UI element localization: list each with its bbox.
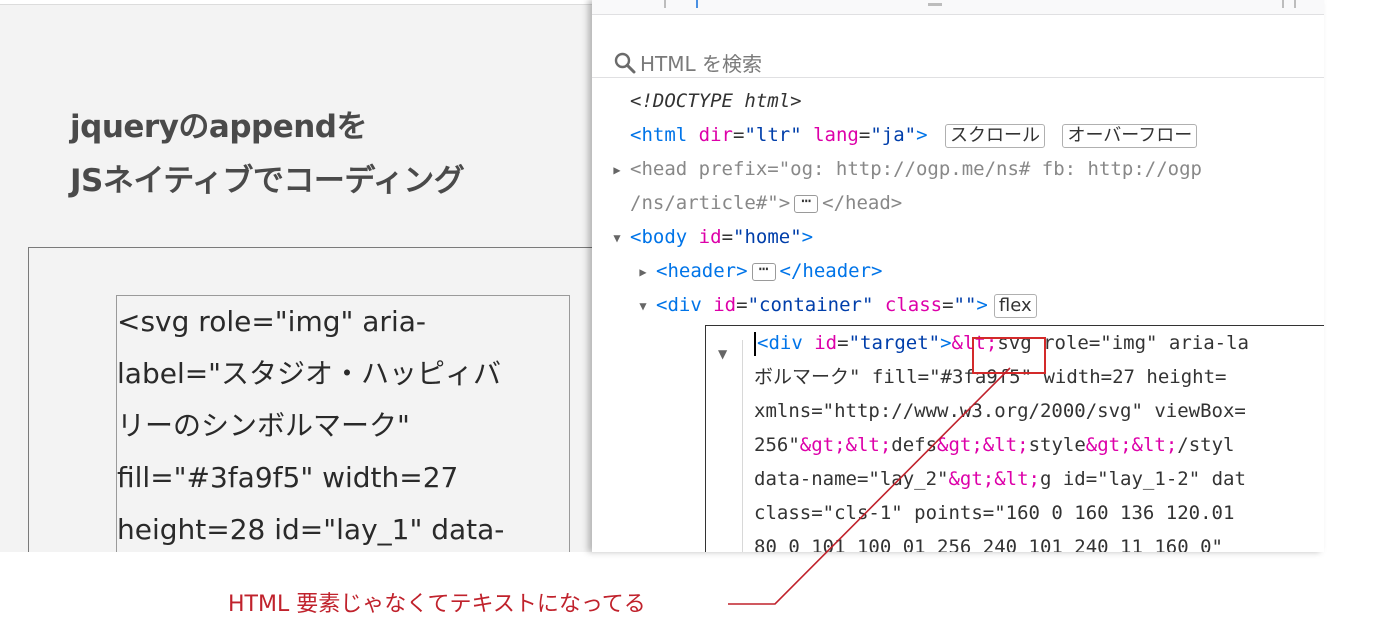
head-line-1: <head prefix="og: http://ogp.me/ns# fb: …	[630, 158, 1202, 180]
markup-line-5: data-name="lay_2"&gt;&lt;g id="lay_1-2" …	[754, 462, 1249, 496]
toolbar-separator	[1294, 0, 1296, 8]
head-node-cont: /ns/article#"> ⋯ </head>	[630, 186, 902, 220]
markup-text: /styl	[1177, 434, 1235, 456]
markup-line-7: 80 0 101 100 01 256 240 101 240 11 160 0…	[754, 536, 1223, 552]
attr-name: class	[884, 294, 943, 316]
text-line: リーのシンボルマーク"	[117, 409, 410, 442]
attr-name: dir	[698, 124, 733, 146]
collapsed-content-icon[interactable]: ⋯	[794, 192, 819, 213]
text-line: label="スタジオ・ハッピィバ	[117, 357, 502, 390]
attr-name: lang	[813, 124, 859, 146]
scroll-badge[interactable]: スクロール	[945, 123, 1045, 148]
flex-badge[interactable]: flex	[993, 293, 1037, 318]
escaped-entity: &gt;&lt;	[799, 434, 892, 456]
top-divider	[0, 0, 592, 5]
tag-name: div	[667, 294, 702, 316]
toolbar-tab-indicator	[696, 0, 698, 8]
head-node[interactable]: ▶ <head prefix="og: http://ogp.me/ns# fb…	[610, 152, 1202, 186]
escaped-svg-text: <svg role="img" aria- label="スタジオ・ハッピィバ …	[117, 296, 569, 552]
expand-triangle-icon[interactable]: ▶	[610, 163, 624, 177]
markup-text: defs	[891, 434, 938, 456]
page-preview: jqueryのappendを JSネイティブでコーディング <svg role=…	[0, 0, 592, 552]
markup-text: data-name="lay_2"	[754, 468, 949, 490]
attr-value: "ltr"	[744, 124, 802, 146]
head-close-tag: </head>	[822, 192, 903, 214]
body-node[interactable]: ▼ <body id="home">	[610, 220, 813, 254]
head-line-2: /ns/article#">	[630, 192, 791, 214]
escaped-entity: &gt;&lt;	[937, 434, 1029, 456]
attr-value: "target"	[848, 332, 941, 354]
attr-value: ""	[953, 294, 977, 316]
page-title: jqueryのappendを JSネイティブでコーディング	[70, 100, 570, 208]
page-title-line-2: JSネイティブでコーディング	[70, 163, 465, 199]
tag-open-bracket: <	[630, 124, 642, 146]
header-open-tag: <header>	[656, 260, 748, 282]
attr-name: id	[814, 332, 838, 354]
text-line: <svg role="img" aria-	[117, 305, 426, 338]
attr-name: id	[713, 294, 737, 316]
overflow-badge[interactable]: オーバーフロー	[1062, 123, 1198, 148]
markup-line-3: xmlns="http://www.w3.org/2000/svg" viewB…	[754, 400, 1246, 422]
devtools-inspector: <!DOCTYPE html> <html dir="ltr" lang="ja…	[592, 0, 1324, 552]
escaped-entity-highlight	[972, 337, 1046, 374]
tag-name: div	[768, 332, 803, 354]
html-node[interactable]: <html dir="ltr" lang="ja"> スクロール オーバーフロー	[630, 118, 1198, 152]
collapsed-content-icon[interactable]: ⋯	[751, 260, 776, 281]
tag-name: html	[641, 124, 688, 146]
markup-line-6: class="cls-1" points="160 0 160 136 120.…	[754, 502, 1235, 524]
collapse-triangle-icon[interactable]: ▼	[610, 231, 624, 245]
search-icon	[614, 52, 636, 74]
header-close-tag: </header>	[779, 260, 883, 282]
toolbar-handle[interactable]	[928, 3, 942, 6]
escaped-entity: &gt;&lt;	[1085, 434, 1178, 456]
collapse-triangle-icon[interactable]: ▼	[718, 347, 727, 361]
container-div-node[interactable]: ▼ <div id="container" class=""> flex	[636, 288, 1037, 322]
tag-name: body	[641, 226, 688, 248]
devtools-toolbar	[592, 0, 1324, 15]
target-div-box: <svg role="img" aria- label="スタジオ・ハッピィバ …	[116, 295, 570, 552]
attr-value: "home"	[733, 226, 802, 248]
tree-guide-line	[742, 340, 743, 552]
text-line: height=28 id="lay_1" data-	[117, 513, 505, 546]
text-line: fill="#3fa9f5" width=27	[117, 461, 459, 494]
doctype-text: <!DOCTYPE html>	[630, 90, 802, 112]
collapse-triangle-icon[interactable]: ▼	[636, 299, 650, 313]
html-search-input[interactable]	[640, 48, 1040, 80]
page-title-line-1: jqueryのappendを	[70, 109, 368, 145]
attr-value: "container"	[747, 294, 874, 316]
markup-text: g id="lay_1-2" dat	[1039, 468, 1246, 490]
markup-line-4: 256"&gt;&lt;defs&gt;&lt;style&gt;&lt;/st…	[754, 428, 1249, 462]
attr-value: "ja"	[870, 124, 917, 146]
header-node[interactable]: ▶ <header> ⋯ </header>	[636, 254, 882, 288]
markup-text: 256"	[754, 434, 800, 456]
attr-name: id	[698, 226, 722, 248]
toolbar-separator	[664, 0, 666, 8]
expand-triangle-icon[interactable]: ▶	[636, 265, 650, 279]
text-caret	[754, 331, 756, 356]
doctype-node[interactable]: <!DOCTYPE html>	[630, 84, 802, 118]
html-search-bar	[592, 15, 1324, 80]
annotation-caption: HTML 要素じゃなくてテキストになってる	[228, 592, 646, 617]
toolbar-separator	[1282, 0, 1284, 8]
markup-text: style	[1028, 434, 1086, 456]
escaped-entity: &gt;&lt;	[948, 468, 1040, 490]
